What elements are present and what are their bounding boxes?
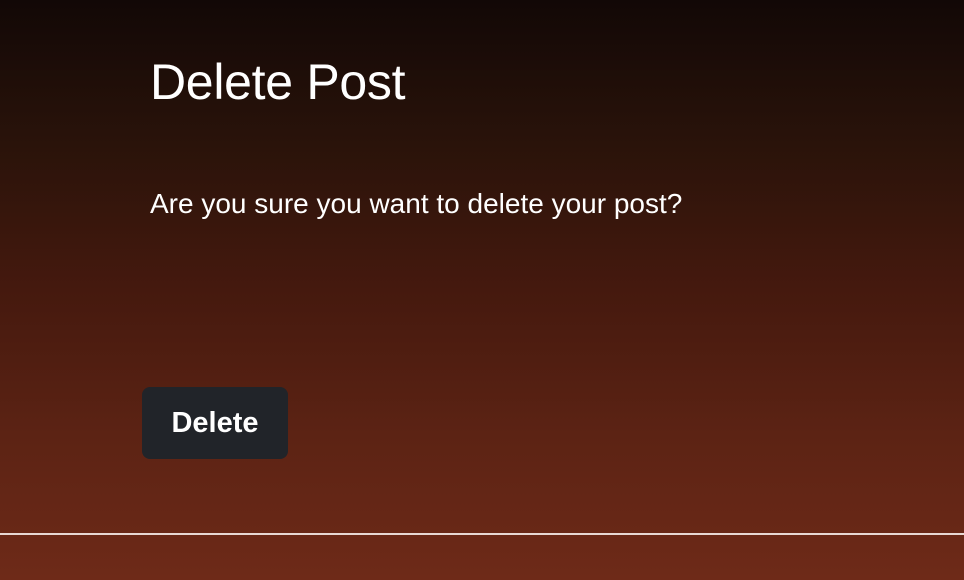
- confirmation-message: Are you sure you want to delete your pos…: [150, 188, 683, 219]
- page-title: Delete Post: [150, 54, 406, 110]
- delete-button[interactable]: Delete: [142, 387, 288, 459]
- footer-divider: [0, 533, 964, 535]
